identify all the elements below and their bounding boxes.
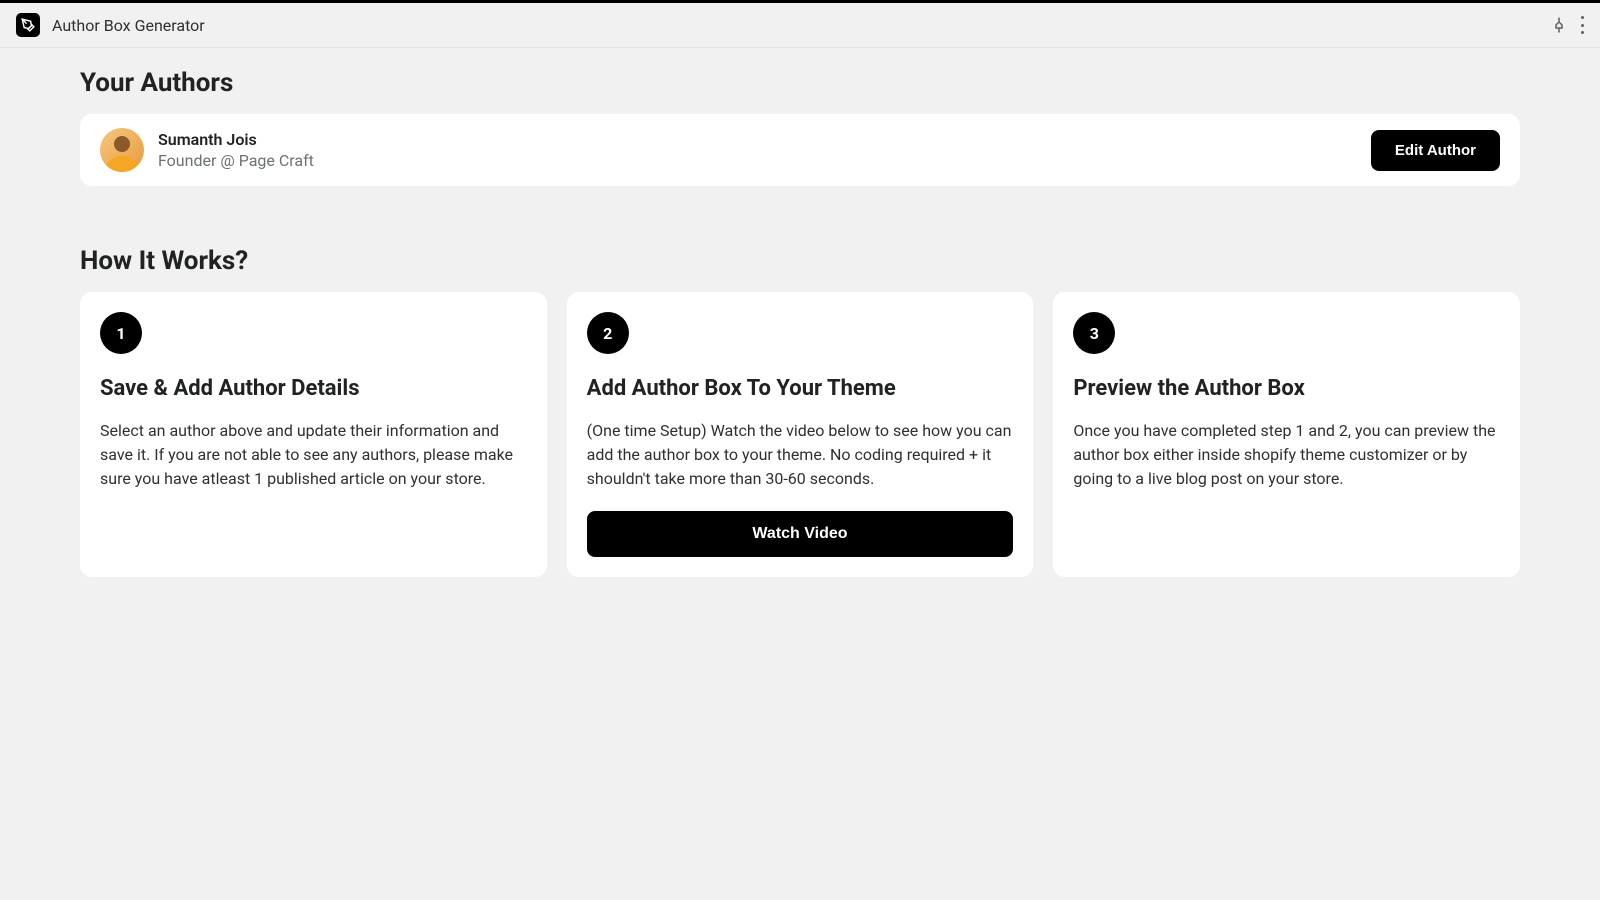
step-number: 3 (1073, 312, 1115, 354)
authors-section-title: Your Authors (80, 68, 1520, 98)
app-title: Author Box Generator (52, 16, 205, 35)
author-name: Sumanth Jois (158, 130, 314, 149)
header-right (1550, 16, 1584, 34)
more-icon[interactable] (1580, 16, 1584, 34)
step-description: (One time Setup) Watch the video below t… (587, 419, 1014, 491)
step-number: 1 (100, 312, 142, 354)
app-logo-icon (16, 13, 40, 37)
step-title: Preview the Author Box (1073, 376, 1500, 401)
main-content: Your Authors Sumanth Jois Founder @ Page… (0, 48, 1600, 597)
author-details: Sumanth Jois Founder @ Page Craft (158, 130, 314, 170)
avatar (100, 128, 144, 172)
step-number: 2 (587, 312, 629, 354)
step-title: Save & Add Author Details (100, 376, 527, 401)
header-left: Author Box Generator (16, 13, 205, 37)
author-role: Founder @ Page Craft (158, 151, 314, 170)
how-it-works-title: How It Works? (80, 246, 1520, 276)
steps-grid: 1 Save & Add Author Details Select an au… (80, 292, 1520, 577)
step-description: Select an author above and update their … (100, 419, 527, 537)
step-title: Add Author Box To Your Theme (587, 376, 1014, 401)
watch-video-button[interactable]: Watch Video (587, 511, 1014, 557)
step-description: Once you have completed step 1 and 2, yo… (1073, 419, 1500, 537)
author-info: Sumanth Jois Founder @ Page Craft (100, 128, 314, 172)
app-header: Author Box Generator (0, 3, 1600, 48)
step-card-2: 2 Add Author Box To Your Theme (One time… (567, 292, 1034, 577)
edit-author-button[interactable]: Edit Author (1371, 130, 1500, 171)
step-card-1: 1 Save & Add Author Details Select an au… (80, 292, 547, 577)
step-card-3: 3 Preview the Author Box Once you have c… (1053, 292, 1520, 577)
pin-icon[interactable] (1550, 16, 1568, 34)
author-card: Sumanth Jois Founder @ Page Craft Edit A… (80, 114, 1520, 186)
